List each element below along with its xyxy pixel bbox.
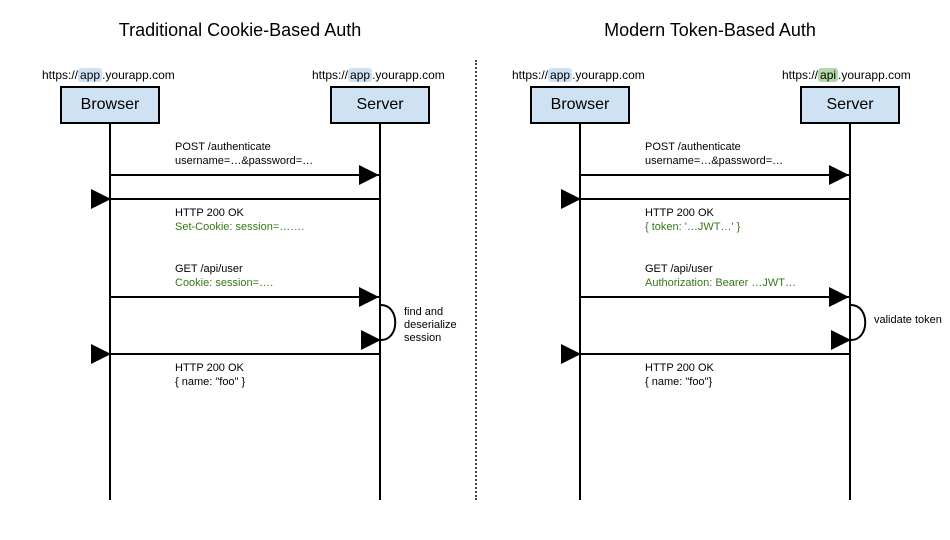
msg-line: Cookie: session=…. xyxy=(175,277,273,289)
actor-label: Server xyxy=(356,96,403,114)
msg-line: HTTP 200 OK xyxy=(645,362,714,374)
right-msg2: HTTP 200 OK { token: '…JWT…' } xyxy=(645,207,740,235)
msg-line: { token: '…JWT…' } xyxy=(645,221,740,233)
left-browser-box: Browser xyxy=(60,86,160,124)
right-server-url: https://api.yourapp.com xyxy=(782,68,911,82)
msg-line: POST /authenticate xyxy=(175,141,271,153)
actor-label: Browser xyxy=(551,96,610,114)
msg-line: GET /api/user xyxy=(645,263,713,275)
left-server-lifeline xyxy=(379,124,381,500)
right-side-note: validate token xyxy=(874,314,950,327)
url-highlight: app xyxy=(348,68,372,82)
msg-line: HTTP 200 OK xyxy=(175,207,244,219)
msg-line: GET /api/user xyxy=(175,263,243,275)
url-suffix: .yourapp.com xyxy=(372,68,445,82)
right-browser-box: Browser xyxy=(530,86,630,124)
msg-line: { name: "foo"} xyxy=(645,376,712,388)
url-prefix: https:// xyxy=(782,68,818,82)
left-server-box: Server xyxy=(330,86,430,124)
url-highlight: app xyxy=(78,68,102,82)
left-browser-lifeline xyxy=(109,124,111,500)
right-server-lifeline xyxy=(849,124,851,500)
url-prefix: https:// xyxy=(312,68,348,82)
right-browser-url: https://app.yourapp.com xyxy=(512,68,645,82)
panel-divider xyxy=(475,60,477,500)
actor-label: Browser xyxy=(81,96,140,114)
right-browser-lifeline xyxy=(579,124,581,500)
right-title: Modern Token-Based Auth xyxy=(510,20,910,41)
left-msg2: HTTP 200 OK Set-Cookie: session=……. xyxy=(175,207,304,235)
url-highlight: app xyxy=(548,68,572,82)
msg-line: { name: "foo" } xyxy=(175,376,245,388)
msg-line: username=…&password=… xyxy=(175,155,313,167)
url-suffix: .yourapp.com xyxy=(838,68,911,82)
left-server-url: https://app.yourapp.com xyxy=(312,68,445,82)
left-msg1: POST /authenticate username=…&password=… xyxy=(175,141,313,169)
left-msg3: GET /api/user Cookie: session=…. xyxy=(175,263,273,291)
url-suffix: .yourapp.com xyxy=(102,68,175,82)
msg-line: Set-Cookie: session=……. xyxy=(175,221,304,233)
url-prefix: https:// xyxy=(512,68,548,82)
right-msg1: POST /authenticate username=…&password=… xyxy=(645,141,783,169)
right-server-box: Server xyxy=(800,86,900,124)
msg-line: POST /authenticate xyxy=(645,141,741,153)
right-msg4: HTTP 200 OK { name: "foo"} xyxy=(645,362,714,390)
url-prefix: https:// xyxy=(42,68,78,82)
right-msg3: GET /api/user Authorization: Bearer …JWT… xyxy=(645,263,796,291)
left-title: Traditional Cookie-Based Auth xyxy=(40,20,440,41)
left-browser-url: https://app.yourapp.com xyxy=(42,68,175,82)
msg-line: HTTP 200 OK xyxy=(175,362,244,374)
url-highlight: api xyxy=(818,68,838,82)
left-msg4: HTTP 200 OK { name: "foo" } xyxy=(175,362,245,390)
actor-label: Server xyxy=(826,96,873,114)
left-side-note: find anddeserializesession xyxy=(404,306,464,346)
msg-line: username=…&password=… xyxy=(645,155,783,167)
url-suffix: .yourapp.com xyxy=(572,68,645,82)
msg-line: Authorization: Bearer …JWT… xyxy=(645,277,796,289)
msg-line: HTTP 200 OK xyxy=(645,207,714,219)
